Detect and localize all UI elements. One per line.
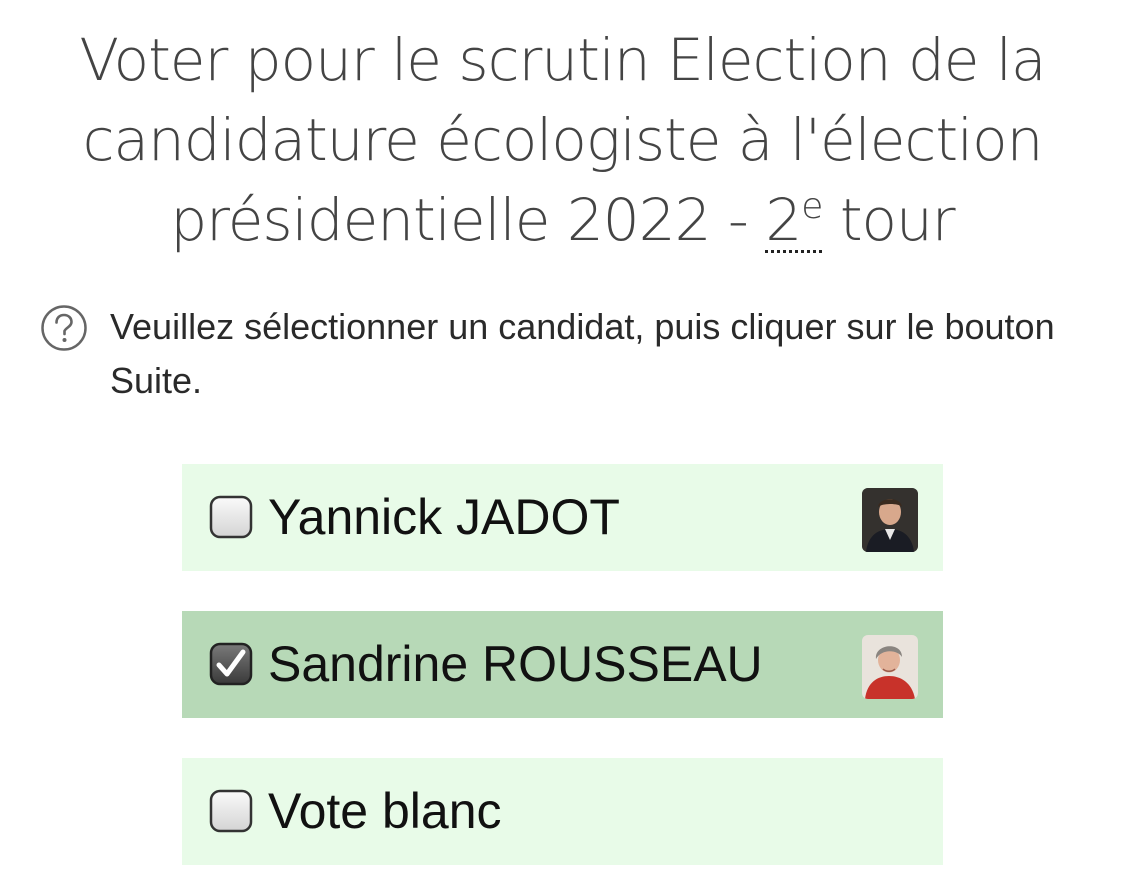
title-line-2: candidature écologiste à l'élection — [82, 106, 1044, 174]
question-circle-icon[interactable] — [40, 304, 88, 352]
instructions-text: Veuillez sélectionner un candidat, puis … — [110, 306, 1055, 401]
choice-vote-blanc[interactable]: Vote blanc — [182, 758, 943, 865]
candidate-photo — [862, 635, 918, 699]
round-ordinal: 2e — [765, 186, 823, 254]
checkbox-checked-icon[interactable] — [209, 642, 253, 686]
checkbox-unchecked-icon[interactable] — [209, 495, 253, 539]
choice-label: Sandrine ROUSSEAU — [268, 636, 763, 692]
choice-sandrine-rousseau[interactable]: Sandrine ROUSSEAU — [182, 611, 943, 718]
choice-yannick-jadot[interactable]: Yannick JADOT — [182, 464, 943, 571]
round-number: 2 — [765, 186, 802, 254]
title-line-1: Voter pour le scrutin Election de la — [79, 26, 1046, 94]
choice-label: Vote blanc — [268, 783, 502, 839]
round-ordinal-suffix: e — [801, 186, 823, 227]
title-line-3-prefix: présidentielle 2022 - — [170, 186, 749, 254]
choice-label: Yannick JADOT — [268, 489, 620, 545]
page-title: Voter pour le scrutin Election de la can… — [60, 20, 1065, 260]
candidate-photo — [862, 488, 918, 552]
title-line-3-suffix: tour — [839, 186, 956, 254]
checkbox-unchecked-icon[interactable] — [209, 789, 253, 833]
